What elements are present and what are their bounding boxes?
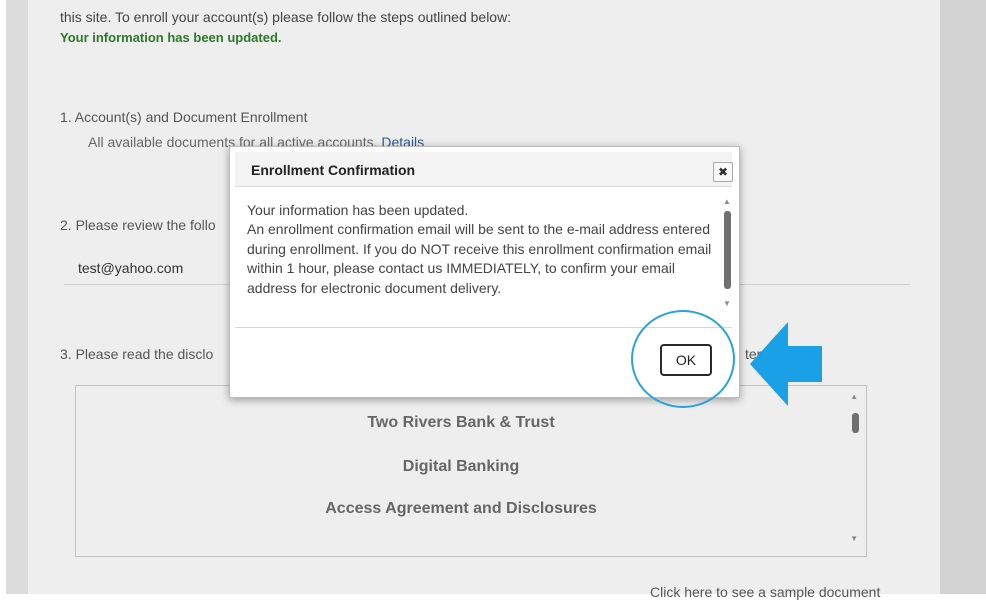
email-field[interactable]: test@yahoo.com xyxy=(78,260,183,276)
highlight-circle xyxy=(631,310,735,408)
step3-label: 3. Please read the disclo xyxy=(60,346,214,362)
modal-header: Enrollment Confirmation ✖ xyxy=(235,152,733,187)
disclosure-heading: Digital Banking xyxy=(402,458,520,475)
intro-text: this site. To enroll your account(s) ple… xyxy=(60,9,512,25)
modal-title: Enrollment Confirmation xyxy=(251,162,416,178)
modal-updated-text: Your information has been updated. xyxy=(247,202,469,218)
step2-label: 2. Please review the follo xyxy=(60,217,216,233)
sample-document-link[interactable]: Click here to see a sample document xyxy=(650,584,880,600)
modal-confirmation-text: An enrollment confirmation email will be… xyxy=(247,221,712,296)
modal-body: Your information has been updated. An en… xyxy=(247,201,717,298)
scrollbar-thumb[interactable] xyxy=(724,211,731,289)
updated-message: Your information has been updated. xyxy=(60,30,282,45)
arrow-left-icon xyxy=(750,322,822,406)
scroll-up-icon[interactable]: ▲ xyxy=(850,392,858,401)
disclosure-subheading: Access Agreement and Disclosures xyxy=(325,500,597,517)
scroll-up-icon[interactable]: ▲ xyxy=(723,197,731,206)
close-icon: ✖ xyxy=(717,165,729,179)
step1-label: 1. Account(s) and Document Enrollment xyxy=(60,109,308,125)
scrollbar-thumb[interactable] xyxy=(852,413,859,433)
right-margin xyxy=(940,0,986,594)
scroll-down-icon[interactable]: ▼ xyxy=(723,299,731,308)
close-button[interactable]: ✖ xyxy=(713,162,733,182)
scroll-down-icon[interactable]: ▼ xyxy=(850,534,858,543)
disclosure-box[interactable]: Two Rivers Bank & Trust Digital Banking … xyxy=(75,385,867,557)
disclosure-bank-name: Two Rivers Bank & Trust xyxy=(367,414,555,431)
